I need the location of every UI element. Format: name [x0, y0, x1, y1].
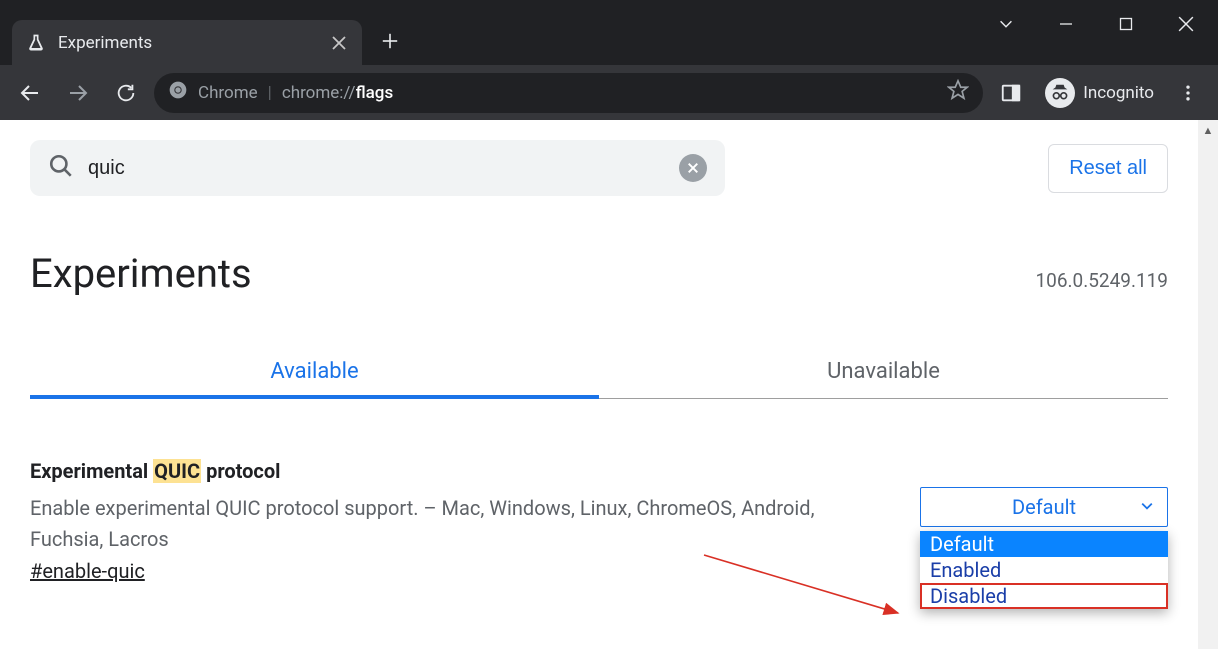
page-viewport: Reset all Experiments 106.0.5249.119 Ava…	[0, 120, 1198, 649]
omnibox-separator: |	[268, 83, 272, 103]
tab-strip: Experiments	[0, 0, 976, 65]
page-header: Experiments 106.0.5249.119	[30, 250, 1168, 297]
dropdown-option-disabled[interactable]: Disabled	[920, 583, 1168, 609]
flask-icon	[26, 33, 46, 53]
reload-button[interactable]	[106, 73, 146, 113]
flag-description: Enable experimental QUIC protocol suppor…	[30, 493, 890, 555]
dropdown-option-default[interactable]: Default	[920, 531, 1168, 557]
flag-control: Default Default Enabled Disabled	[920, 487, 1168, 527]
flag-select-value: Default	[1012, 495, 1076, 519]
tab-title: Experiments	[58, 33, 318, 53]
browser-toolbar: Chrome | chrome://flags Incognito	[0, 65, 1218, 120]
flag-select-dropdown: Default Enabled Disabled	[920, 531, 1168, 609]
flag-anchor-link[interactable]: #enable-quic	[30, 559, 145, 583]
close-tab-icon[interactable]	[330, 34, 348, 52]
tab-unavailable[interactable]: Unavailable	[599, 345, 1168, 398]
minimize-button[interactable]	[1036, 4, 1096, 44]
incognito-label: Incognito	[1083, 83, 1154, 103]
forward-button[interactable]	[58, 73, 98, 113]
flag-select[interactable]: Default	[920, 487, 1168, 527]
close-window-button[interactable]	[1156, 4, 1216, 44]
dropdown-option-enabled[interactable]: Enabled	[920, 557, 1168, 583]
new-tab-button[interactable]	[370, 21, 410, 61]
flag-title: Experimental QUIC protocol	[30, 459, 890, 483]
chrome-version: 106.0.5249.119	[1036, 269, 1169, 292]
omnibox-scheme-label: Chrome	[198, 83, 258, 103]
incognito-indicator[interactable]: Incognito	[1039, 78, 1160, 108]
search-tabs-button[interactable]	[976, 4, 1036, 44]
flag-entry: Experimental QUIC protocol Enable experi…	[30, 459, 1168, 583]
flags-tabs: Available Unavailable	[30, 345, 1168, 399]
window-controls	[976, 4, 1216, 44]
clear-search-icon[interactable]	[679, 154, 707, 182]
vertical-scrollbar[interactable]: ▲	[1198, 120, 1218, 649]
maximize-button[interactable]	[1096, 4, 1156, 44]
back-button[interactable]	[10, 73, 50, 113]
search-row: Reset all	[30, 140, 1168, 196]
incognito-icon	[1045, 78, 1075, 108]
flag-body: Experimental QUIC protocol Enable experi…	[30, 459, 890, 583]
chevron-down-icon	[1139, 495, 1155, 519]
bookmark-star-icon[interactable]	[947, 79, 969, 106]
browser-menu-button[interactable]	[1168, 73, 1208, 113]
address-bar[interactable]: Chrome | chrome://flags	[154, 73, 983, 113]
browser-titlebar: Experiments	[0, 0, 1218, 65]
side-panel-button[interactable]	[991, 73, 1031, 113]
page-title: Experiments	[30, 250, 252, 297]
browser-tab[interactable]: Experiments	[12, 20, 362, 65]
reset-all-button[interactable]: Reset all	[1048, 144, 1168, 193]
omnibox-url: chrome://flags	[282, 83, 393, 103]
flags-search-input[interactable]	[88, 157, 665, 180]
search-icon	[48, 153, 74, 183]
tab-available[interactable]: Available	[30, 345, 599, 398]
flags-search-box[interactable]	[30, 140, 725, 196]
site-chrome-icon	[168, 80, 188, 105]
scroll-up-arrow-icon[interactable]: ▲	[1198, 120, 1218, 140]
